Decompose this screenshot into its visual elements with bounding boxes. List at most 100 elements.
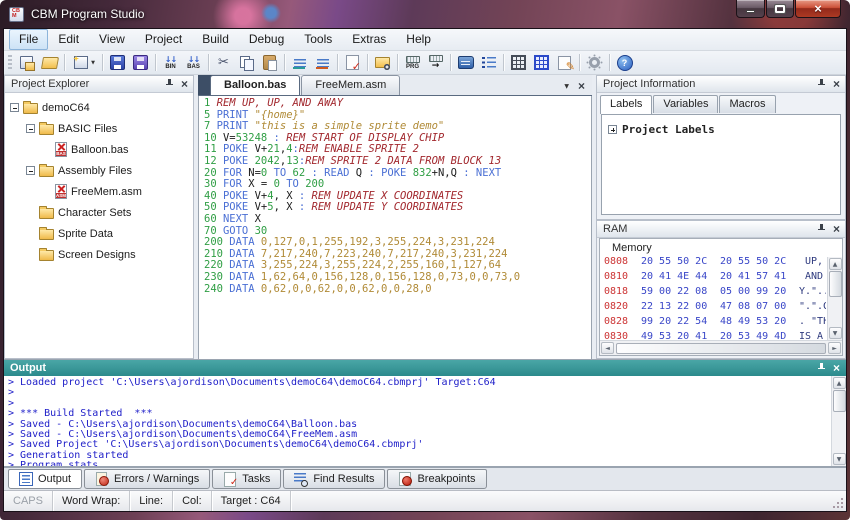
uncomment-button[interactable] <box>311 52 334 74</box>
resize-grip[interactable] <box>830 491 846 511</box>
editor-tab-freemem-asm[interactable]: FreeMem.asm <box>301 75 400 95</box>
run-button[interactable]: → <box>424 52 447 74</box>
project-information-header: Project Information × <box>597 76 845 93</box>
dropdown-icon[interactable]: ▼ <box>91 60 95 66</box>
save-all-button[interactable] <box>129 52 152 74</box>
sprite-editor-button[interactable] <box>530 52 553 74</box>
info-tab-labels[interactable]: Labels <box>600 95 652 114</box>
memory-row: 081020 41 4E 4420 41 57 41 AND AWA <box>604 269 826 284</box>
cut-button[interactable]: ✂ <box>212 52 235 74</box>
breakpoints-tab-icon <box>398 472 412 486</box>
character-editor-button[interactable] <box>507 52 530 74</box>
expand-icon[interactable] <box>608 125 617 134</box>
expand-icon[interactable] <box>26 124 35 133</box>
folder-icon <box>39 124 54 135</box>
tree-item-screen-designs[interactable]: Screen Designs <box>5 244 193 265</box>
pin-icon[interactable] <box>817 363 826 373</box>
tree-item-basic-files[interactable]: BASIC Files <box>5 118 193 139</box>
open-project-button[interactable] <box>38 52 61 74</box>
tree-item-character-sets[interactable]: Character Sets <box>5 202 193 223</box>
memory-horizontal-scrollbar[interactable]: ◄ ► <box>600 340 842 355</box>
settings-button[interactable] <box>583 52 606 74</box>
paste-button[interactable] <box>258 52 281 74</box>
expand-icon[interactable] <box>26 166 35 175</box>
minimize-button[interactable] <box>736 0 765 18</box>
menu-build[interactable]: Build <box>192 29 239 50</box>
close-panel-icon[interactable]: × <box>181 79 188 89</box>
toolbar-grip[interactable] <box>8 55 12 71</box>
new-project-button[interactable] <box>15 52 38 74</box>
expand-icon[interactable] <box>10 103 19 112</box>
scroll-right-icon[interactable]: ► <box>828 342 841 354</box>
bottom-tab-errors-warnings[interactable]: Errors / Warnings <box>84 469 210 489</box>
menu-help[interactable]: Help <box>396 29 441 50</box>
memory-address: 0830 <box>604 329 632 340</box>
memory-viewer-button[interactable] <box>454 52 477 74</box>
code-line: 240 DATA 0,62,0,0,62,0,0,62,0,0,28,0 <box>204 284 591 296</box>
output-log[interactable]: > Loaded project 'C:\Users\ajordison\Doc… <box>4 376 846 466</box>
menu-file[interactable]: File <box>9 29 48 50</box>
pin-icon[interactable] <box>817 79 826 89</box>
info-tab-macros[interactable]: Macros <box>719 95 775 113</box>
editor-tab-balloon-bas[interactable]: Balloon.bas <box>210 75 300 95</box>
menu-edit[interactable]: Edit <box>48 29 89 50</box>
scroll-left-icon[interactable]: ◄ <box>601 342 614 354</box>
tree-item-sprite-data[interactable]: Sprite Data <box>5 223 193 244</box>
build-button[interactable] <box>371 52 394 74</box>
export-bin-button[interactable]: ↓↓BIN <box>159 52 182 74</box>
close-panel-icon[interactable]: × <box>833 79 840 89</box>
save-icon <box>109 55 126 71</box>
help-button[interactable] <box>613 52 636 74</box>
menu-debug[interactable]: Debug <box>239 29 294 50</box>
scroll-down-icon[interactable]: ▼ <box>829 327 842 339</box>
close-button[interactable]: × <box>795 0 841 18</box>
bottom-tab-find-results[interactable]: Find Results <box>283 469 385 489</box>
memory-dump[interactable]: 080820 55 50 2C20 55 50 2C UP, UP,081020… <box>600 257 842 340</box>
comment-button[interactable] <box>288 52 311 74</box>
close-panel-icon[interactable]: × <box>833 363 840 373</box>
output-vertical-scrollbar[interactable]: ▲ ▼ <box>831 376 846 466</box>
tree-item-democ64[interactable]: demoC64 <box>5 97 193 118</box>
scroll-down-icon[interactable]: ▼ <box>833 453 846 465</box>
scroll-thumb[interactable] <box>616 343 826 354</box>
bottom-tab-tasks[interactable]: Tasks <box>212 469 281 489</box>
menu-tools[interactable]: Tools <box>294 29 342 50</box>
close-panel-icon[interactable]: × <box>833 224 840 234</box>
scroll-thumb[interactable] <box>833 390 846 412</box>
label-list-button[interactable] <box>477 52 500 74</box>
menu-view[interactable]: View <box>89 29 135 50</box>
save-button[interactable] <box>106 52 129 74</box>
check-syntax-button[interactable] <box>341 52 364 74</box>
close-document-icon[interactable]: × <box>578 81 585 91</box>
paste-icon <box>261 55 278 71</box>
tree-item-balloon-bas[interactable]: BASBalloon.bas <box>5 139 193 160</box>
scroll-up-icon[interactable]: ▲ <box>833 377 846 389</box>
project-labels-node[interactable]: Project Labels <box>608 123 834 136</box>
menu-extras[interactable]: Extras <box>342 29 396 50</box>
col-status: Col: <box>173 491 212 511</box>
run-icon: → <box>427 55 444 71</box>
menu-bar: FileEditViewProjectBuildDebugToolsExtras… <box>4 29 846 51</box>
tree-item-assembly-files[interactable]: Assembly Files <box>5 160 193 181</box>
memory-vertical-scrollbar[interactable]: ▲ ▼ <box>827 257 842 340</box>
code-editor[interactable]: 1 REM UP, UP, AND AWAY5 PRINT "{home}"7 … <box>198 96 592 359</box>
pin-icon[interactable] <box>165 79 174 89</box>
maximize-button[interactable] <box>766 0 794 18</box>
scroll-up-icon[interactable]: ▲ <box>829 258 842 270</box>
output-tab-icon <box>19 472 33 486</box>
character-editor-icon <box>510 55 527 71</box>
tree-item-freemem-asm[interactable]: ASMFreeMem.asm <box>5 181 193 202</box>
screen-editor-button[interactable] <box>553 52 576 74</box>
new-file-button[interactable]: ▼ <box>68 52 99 74</box>
pin-icon[interactable] <box>817 224 826 234</box>
scroll-thumb[interactable] <box>829 271 842 297</box>
tab-list-dropdown-icon[interactable]: ▼ <box>564 83 569 90</box>
bottom-tab-output[interactable]: Output <box>8 469 82 489</box>
copy-button[interactable] <box>235 52 258 74</box>
bottom-tab-breakpoints[interactable]: Breakpoints <box>387 469 486 489</box>
export-bas-button[interactable]: ↓↓BAS <box>182 52 205 74</box>
title-bar[interactable]: CBM CBM Program Studio <box>0 0 850 28</box>
info-tab-variables[interactable]: Variables <box>653 95 718 113</box>
menu-project[interactable]: Project <box>135 29 192 50</box>
prg-button[interactable]: PRG <box>401 52 424 74</box>
